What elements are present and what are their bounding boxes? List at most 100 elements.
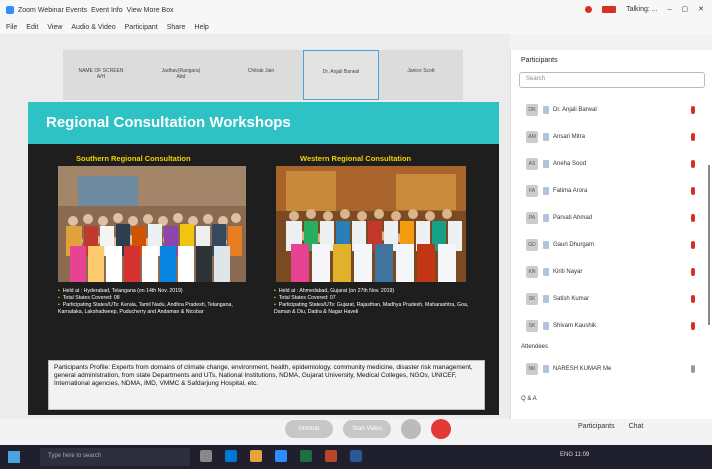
mic-muted-icon: [691, 105, 695, 114]
slide-title: Regional Consultation Workshops: [46, 114, 291, 131]
southern-subtitle: Southern Regional Consultation: [76, 154, 191, 163]
participant-name: Fatima Arora: [553, 187, 588, 194]
user-label[interactable]: Talking: ...: [626, 6, 658, 13]
participant-search-input[interactable]: Search: [519, 72, 705, 88]
menu-participant[interactable]: Participant: [125, 24, 158, 31]
attendee-name: NARESH KUMAR: [553, 365, 602, 372]
recording-badge: [602, 5, 617, 13]
maximize-button[interactable]: ▢: [682, 5, 689, 13]
bullet: Participating States/UTs: Gujarat, Rajas…: [274, 302, 479, 316]
hand-icon: [543, 132, 549, 141]
mic-muted-icon: [691, 186, 695, 195]
participant-row[interactable]: FA Fatima Arora: [511, 177, 712, 204]
avatar: FA: [526, 184, 538, 197]
menu-edit[interactable]: Edit: [26, 24, 38, 31]
southern-photo-image: [58, 166, 246, 282]
participants-panel: Participants Search DR Dr. Anjali Barwal …: [510, 50, 712, 419]
menu-view[interactable]: View: [47, 24, 62, 31]
participant-row[interactable]: GD Gauri Dhurgam: [511, 231, 712, 258]
powerpoint-icon[interactable]: [325, 450, 337, 462]
video-thumbnail[interactable]: NAME OF SCREEN A/H: [63, 50, 139, 100]
western-group-photo: [276, 166, 466, 282]
avatar: GD: [526, 238, 538, 251]
taskbar-search-input[interactable]: Type here to search: [40, 448, 190, 466]
task-view-icon[interactable]: [200, 450, 212, 462]
zoom-icon[interactable]: [275, 450, 287, 462]
minimize-button[interactable]: –: [668, 6, 672, 13]
mic-muted-icon: [691, 321, 695, 330]
tab-event-info[interactable]: Event Info: [91, 7, 123, 14]
participant-name: Ansari Mitra: [553, 133, 586, 140]
participant-row[interactable]: KN Kiriti Nayar: [511, 258, 712, 285]
hand-icon: [543, 240, 549, 249]
slide-header: Regional Consultation Workshops: [28, 102, 499, 144]
hand-icon: [543, 186, 549, 195]
more-options-button[interactable]: [401, 419, 421, 439]
participants-list: DR Dr. Anjali Barwal AM Ansari Mitra AS Ane…: [511, 96, 712, 382]
video-thumbnail[interactable]: Jadhav(Rangara) Attd: [143, 50, 219, 100]
hand-icon: [543, 321, 549, 330]
thumb-name: Dr. Anjali Barwal: [322, 69, 360, 75]
close-button[interactable]: ✕: [698, 5, 704, 13]
mic-muted-icon: [691, 213, 695, 222]
tab-view-more[interactable]: View More Box: [127, 7, 174, 14]
file-explorer-icon[interactable]: [250, 450, 262, 462]
participant-row[interactable]: DR Dr. Anjali Barwal: [511, 96, 712, 123]
start-video-button[interactable]: Start Video: [343, 420, 391, 438]
video-thumbnail-active-speaker[interactable]: Dr. Anjali Barwal: [303, 50, 379, 100]
thumb-name: Chitrak Jain: [247, 68, 275, 74]
participant-name: Aneha Sood: [553, 160, 587, 167]
hand-icon: [543, 105, 549, 114]
avatar: DR: [526, 103, 538, 116]
recording-icon: [585, 5, 593, 13]
western-photo-image: [276, 166, 466, 282]
mic-muted-icon: [691, 159, 695, 168]
chat-button[interactable]: Chat: [629, 423, 644, 430]
menu-file[interactable]: File: [6, 24, 17, 31]
system-tray[interactable]: ENG 11:09: [560, 452, 589, 458]
avatar: SK: [526, 292, 538, 305]
participant-row[interactable]: SK Satish Kumar: [511, 285, 712, 312]
windows-start-icon[interactable]: [8, 451, 20, 463]
participant-row[interactable]: PA Parvati Ahmad: [511, 204, 712, 231]
participants-button[interactable]: Participants: [578, 423, 615, 430]
southern-bullets: Held at : Hyderabad, Telangana (on 14th …: [58, 288, 258, 316]
excel-icon[interactable]: [300, 450, 312, 462]
participants-header[interactable]: Participants: [521, 57, 558, 64]
thumb-sub: A/H: [96, 74, 106, 80]
window-title: Zoom Webinar Events: [18, 6, 88, 14]
mic-muted-icon: [691, 294, 695, 303]
participant-name: Parvati Ahmad: [553, 214, 593, 221]
leave-button[interactable]: [431, 419, 451, 439]
southern-group-photo: [58, 166, 246, 282]
attendee-row[interactable]: NK NARESH KUMAR Me: [511, 355, 712, 382]
menu-help[interactable]: Help: [194, 24, 208, 31]
menu-bar: File Edit View Audio & Video Participant…: [0, 20, 712, 34]
taskbar-apps: [200, 450, 362, 462]
attendees-section-header[interactable]: Attendees: [511, 339, 712, 355]
shared-slide: Regional Consultation Workshops Southern…: [28, 102, 499, 415]
avatar: AS: [526, 157, 538, 170]
menu-share[interactable]: Share: [167, 24, 186, 31]
window-controls: Talking: ... – ▢ ✕: [585, 5, 704, 13]
mic-icon: [691, 364, 695, 373]
bullet: Total States Covered: 08: [58, 295, 258, 302]
participant-row[interactable]: SK Shivam Kaushik: [511, 312, 712, 339]
video-thumbnail[interactable]: Chitrak Jain: [223, 50, 299, 100]
participants-scrollbar[interactable]: [708, 165, 710, 325]
participant-row[interactable]: AS Aneha Sood: [511, 150, 712, 177]
participants-profile-note: Participants Profile: Experts from domai…: [48, 360, 485, 410]
qa-section[interactable]: Q & A: [521, 396, 537, 402]
video-thumbnail[interactable]: Janice Scott: [383, 50, 459, 100]
edge-icon[interactable]: [225, 450, 237, 462]
hand-icon: [543, 267, 549, 276]
unmute-button[interactable]: Unmute: [285, 420, 333, 438]
menu-audio-video[interactable]: Audio & Video: [71, 24, 115, 31]
mic-muted-icon: [691, 240, 695, 249]
participant-row[interactable]: AM Ansari Mitra: [511, 123, 712, 150]
participant-name: Shivam Kaushik: [553, 322, 597, 329]
word-icon[interactable]: [350, 450, 362, 462]
mic-muted-icon: [691, 267, 695, 276]
bullet: Participating States/UTs: Kerala, Tamil …: [58, 302, 258, 316]
bullet: Held at : Ahmedabad, Gujarat (on 27th No…: [274, 288, 479, 295]
